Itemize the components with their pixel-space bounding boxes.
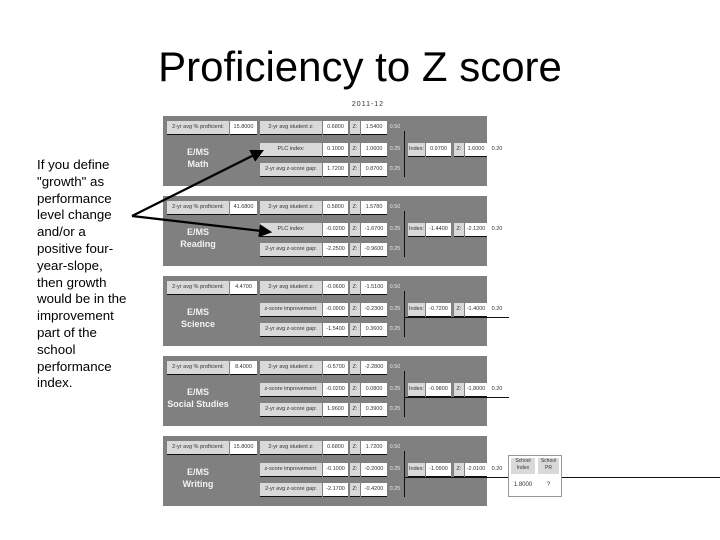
arrow-to-reading-plc (131, 214, 273, 238)
annotation-arrows (131, 150, 273, 238)
arrow-to-math-plc (131, 150, 264, 217)
